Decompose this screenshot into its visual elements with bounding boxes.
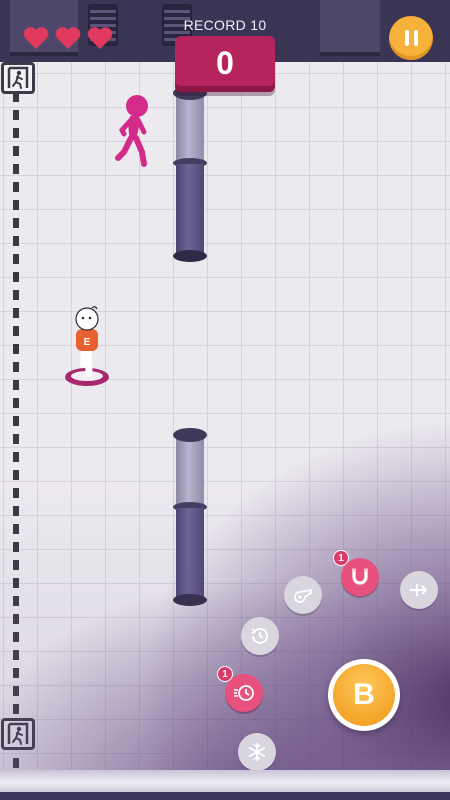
powerup-magnet[interactable]: 1	[333, 550, 379, 596]
wall-panel	[320, 0, 380, 56]
powerup-speed-boost[interactable]: 1	[217, 666, 263, 712]
heart-icon	[55, 27, 81, 49]
snowflake-icon	[248, 743, 266, 761]
shirt-letter: E	[84, 337, 91, 348]
bottom-goal-strip	[0, 770, 450, 800]
pillar-obstacle	[173, 428, 207, 610]
score-display: 0	[175, 36, 275, 92]
heart-icon	[87, 27, 113, 49]
record-label: RECORD 10	[183, 17, 267, 33]
heart-icon	[23, 27, 49, 49]
whistle-icon	[294, 588, 312, 603]
powerup-count-badge: 1	[333, 550, 349, 566]
powerup-whistle[interactable]	[284, 576, 322, 614]
powerup-time-rewind[interactable]	[241, 617, 279, 655]
action-b-label: B	[333, 664, 395, 726]
powerup-freeze[interactable]	[238, 733, 276, 771]
powerup-dash[interactable]	[400, 571, 438, 609]
pause-icon	[413, 30, 418, 46]
magnet-icon	[352, 568, 368, 585]
goal-line	[13, 92, 19, 782]
player-character: E	[65, 306, 109, 386]
pillar-obstacle	[173, 86, 207, 266]
pause-icon	[404, 30, 409, 46]
enemy-defender	[115, 95, 148, 167]
clock-rewind-icon	[251, 628, 268, 644]
dash-icon	[410, 584, 428, 596]
lives-hearts	[22, 25, 114, 51]
action-b-button[interactable]: B	[328, 659, 400, 731]
speed-clock-icon	[234, 685, 254, 701]
pause-button[interactable]	[389, 16, 433, 60]
goal-runner-icon	[1, 718, 35, 750]
powerup-count-badge: 1	[217, 666, 233, 682]
goal-runner-icon	[1, 62, 35, 94]
